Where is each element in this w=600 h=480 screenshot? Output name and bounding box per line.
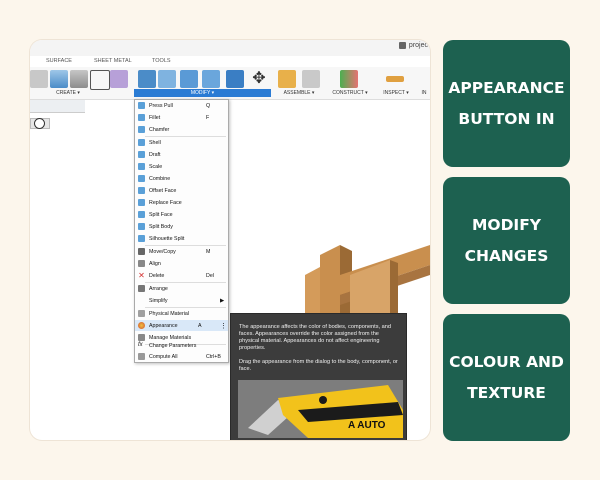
menu-item-physical-material[interactable]: Physical Material <box>135 308 228 319</box>
arrange-icon <box>138 285 145 292</box>
tab-sheet-metal[interactable]: SHEET METAL <box>94 58 132 64</box>
silhouette-split-icon <box>138 235 145 242</box>
create-sketch-icon[interactable] <box>30 70 48 88</box>
combine-icon <box>138 175 145 182</box>
construct-group[interactable]: CONSTRUCT ▾ <box>328 89 372 97</box>
more-options-icon[interactable]: ⋮ <box>220 322 228 330</box>
tooltip-image-caption: A AUTO <box>348 420 386 431</box>
appearance-icon <box>138 322 145 329</box>
extrude-icon[interactable] <box>50 70 68 88</box>
split-body-icon <box>138 223 145 230</box>
title-bar: projec <box>30 40 430 56</box>
toolbar-ribbon: ✥ CREATE ▾ MODIFY ▾ ASSEMBLE ▾ CONSTRUCT… <box>30 67 430 100</box>
shell-icon <box>138 139 145 146</box>
scale-icon[interactable] <box>226 70 244 88</box>
menu-item-chamfer[interactable]: Chamfer <box>135 124 228 135</box>
menu-item-delete[interactable]: ✕ Delete Del <box>135 270 228 281</box>
fx-icon: fx <box>138 342 143 348</box>
modify-dropdown-menu: Press Pull Q Fillet F Chamfer Shell Draft … <box>134 99 229 363</box>
project-tab[interactable]: projec <box>398 42 428 49</box>
visibility-toggle[interactable] <box>34 118 45 129</box>
delete-icon: ✕ <box>138 271 145 280</box>
fillet-icon <box>138 114 145 121</box>
menu-item-silhouette-split[interactable]: Silhouette Split <box>135 233 228 244</box>
chamfer-icon[interactable] <box>180 70 198 88</box>
joint-icon[interactable] <box>302 70 320 88</box>
menu-item-shell[interactable]: Shell <box>135 137 228 148</box>
menu-item-fillet[interactable]: Fillet F <box>135 112 228 123</box>
chamfer-icon <box>138 126 145 133</box>
browser-header <box>30 100 85 113</box>
menu-item-press-pull[interactable]: Press Pull Q <box>135 100 228 111</box>
menu-item-simplify[interactable]: Simplify ▶ <box>135 295 228 306</box>
submenu-arrow-icon: ▶ <box>220 297 225 304</box>
ribbon-tabs: SURFACE SHEET METAL TOOLS <box>30 58 430 67</box>
offset-plane-icon[interactable] <box>340 70 358 88</box>
pattern-icon[interactable] <box>90 70 110 90</box>
move-copy-icon <box>138 248 145 255</box>
info-card-colour: COLOUR AND TEXTURE <box>443 314 570 441</box>
menu-item-replace-face[interactable]: Replace Face <box>135 197 228 208</box>
menu-item-arrange[interactable]: Arrange <box>135 283 228 294</box>
project-label: projec <box>408 42 428 49</box>
menu-item-scale[interactable]: Scale <box>135 161 228 172</box>
tab-tools[interactable]: TOOLS <box>152 58 171 64</box>
menu-item-compute-all[interactable]: Compute All Ctrl+B <box>135 351 228 362</box>
draft-icon <box>138 151 145 158</box>
new-component-icon[interactable] <box>278 70 296 88</box>
info-card-modify: MODIFY CHANGES <box>443 177 570 304</box>
replace-face-icon <box>138 199 145 206</box>
scale-icon <box>138 163 145 170</box>
simplify-icon <box>138 297 145 304</box>
fillet-icon[interactable] <box>158 70 176 88</box>
press-pull-icon[interactable] <box>138 70 156 88</box>
insert-group[interactable]: IN <box>418 89 430 97</box>
tooltip-description: The appearance affects the color of bodi… <box>239 324 391 351</box>
tooltip-preview-image: A AUTO <box>238 380 403 438</box>
fusion-screenshot: projec SURFACE SHEET METAL TOOLS ✥ CREAT… <box>30 40 430 440</box>
menu-item-combine[interactable]: Combine <box>135 173 228 184</box>
menu-item-split-body[interactable]: Split Body <box>135 221 228 232</box>
align-icon <box>138 260 145 267</box>
physical-material-icon <box>138 310 145 317</box>
inspect-group[interactable]: INSPECT ▾ <box>376 89 416 97</box>
create-group[interactable]: CREATE ▾ <box>40 89 96 97</box>
project-icon <box>398 42 406 49</box>
shell-icon[interactable] <box>202 70 220 88</box>
measure-icon[interactable] <box>386 76 404 82</box>
menu-item-appearance[interactable]: Appearance A ⋮ <box>135 320 228 331</box>
split-face-icon <box>138 211 145 218</box>
move-icon[interactable]: ✥ <box>250 70 268 88</box>
tab-surface[interactable]: SURFACE <box>46 58 72 64</box>
tooltip-instruction: Drag the appearance from the dialog to t… <box>239 359 398 372</box>
menu-item-draft[interactable]: Draft <box>135 149 228 160</box>
press-pull-icon <box>138 102 145 109</box>
compute-all-icon <box>138 353 145 360</box>
info-card-appearance: APPEARANCE BUTTON IN <box>443 40 570 167</box>
menu-item-offset-face[interactable]: Offset Face <box>135 185 228 196</box>
assemble-group[interactable]: ASSEMBLE ▾ <box>274 89 324 97</box>
menu-item-move-copy[interactable]: Move/Copy M <box>135 246 228 257</box>
box-icon[interactable] <box>70 70 88 88</box>
appearance-tooltip: The appearance affects the color of bodi… <box>230 313 407 440</box>
menu-item-split-face[interactable]: Split Face <box>135 209 228 220</box>
menu-item-change-parameters[interactable]: fx Change Parameters <box>135 340 228 351</box>
menu-item-align[interactable]: Align <box>135 258 228 269</box>
offset-face-icon <box>138 187 145 194</box>
modify-group[interactable]: MODIFY ▾ <box>134 89 271 97</box>
form-icon[interactable] <box>110 70 128 88</box>
